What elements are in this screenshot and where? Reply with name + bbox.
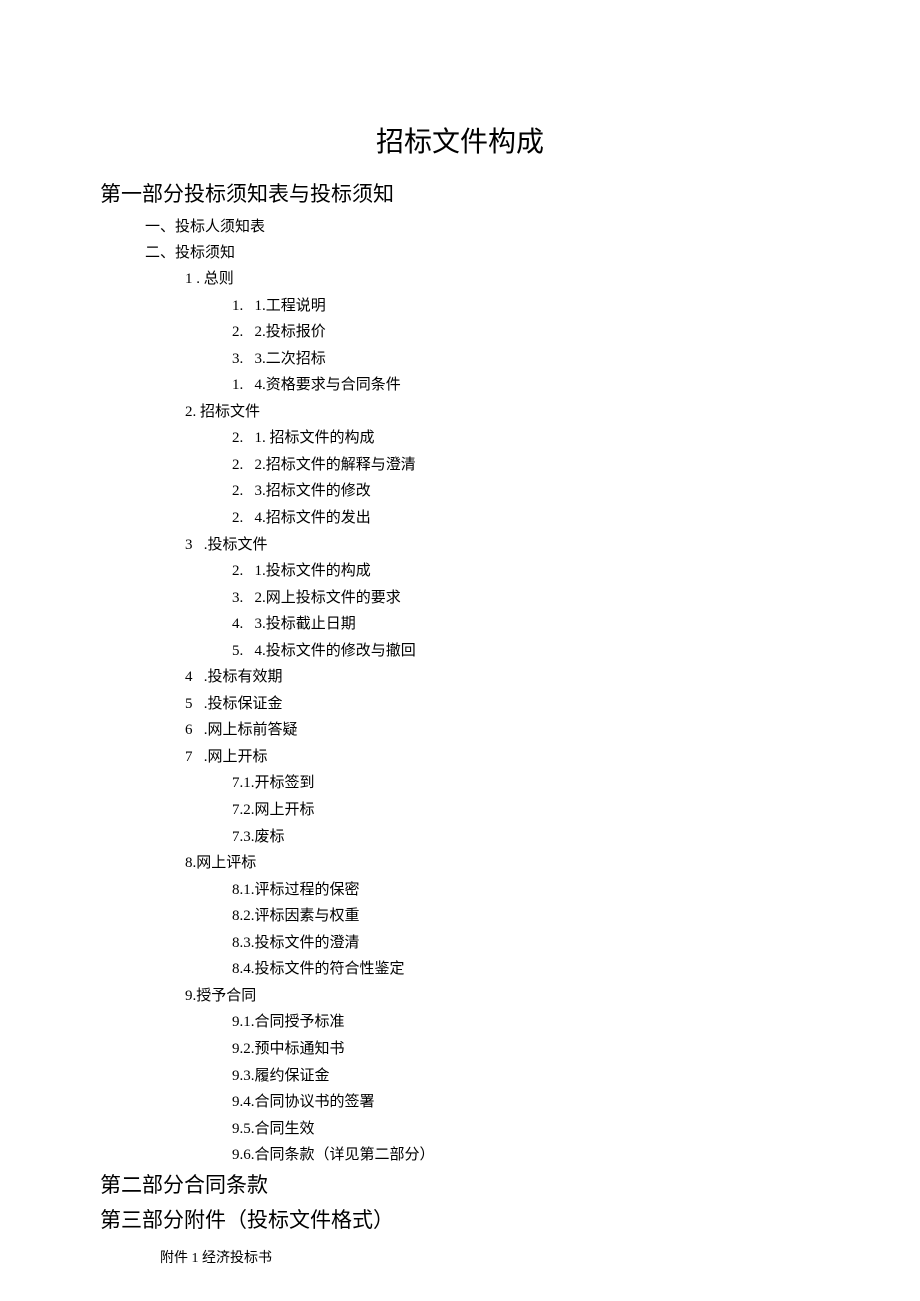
toc-level-2: 6 .网上标前答疑 [185, 717, 920, 744]
toc-level-3: 2. 2.招标文件的解释与澄清 [232, 452, 920, 479]
toc-level-3: 9.2.预中标通知书 [232, 1036, 920, 1063]
toc-level-3: 7.1.开标签到 [232, 770, 920, 797]
toc-level-3: 4. 3.投标截止日期 [232, 611, 920, 638]
toc-level-3: 3. 3.二次招标 [232, 346, 920, 373]
toc-level-3: 9.3.履约保证金 [232, 1063, 920, 1090]
attachment-item: 附件 1 经济投标书 [160, 1246, 920, 1272]
toc-level-2: 8.网上评标 [185, 850, 920, 877]
toc-level-3: 2. 4.招标文件的发出 [232, 505, 920, 532]
part-heading: 第一部分投标须知表与投标须知 [100, 178, 920, 212]
toc-level-3: 1. 4.资格要求与合同条件 [232, 372, 920, 399]
toc-level-3: 8.4.投标文件的符合性鉴定 [232, 956, 920, 983]
toc-level-2: 5 .投标保证金 [185, 691, 920, 718]
part-heading: 第三部分附件（投标文件格式） [100, 1204, 920, 1238]
toc-level-2: 7 .网上开标 [185, 744, 920, 771]
toc-level-2: 3 .投标文件 [185, 532, 920, 559]
toc-level-3: 2. 3.招标文件的修改 [232, 478, 920, 505]
toc-level-3: 9.4.合同协议书的签署 [232, 1089, 920, 1116]
toc-level-3: 2. 2.投标报价 [232, 319, 920, 346]
toc-level-3: 3. 2.网上投标文件的要求 [232, 585, 920, 612]
toc-level-3: 8.2.评标因素与权重 [232, 903, 920, 930]
toc-level-2: 2. 招标文件 [185, 399, 920, 426]
toc-level-3: 2. 1. 招标文件的构成 [232, 425, 920, 452]
document-content: 第一部分投标须知表与投标须知一、投标人须知表二、投标须知1 . 总则1. 1.工… [0, 178, 920, 1272]
toc-level-2: 1 . 总则 [185, 266, 920, 293]
toc-level-3: 2. 1.投标文件的构成 [232, 558, 920, 585]
toc-level-3: 7.2.网上开标 [232, 797, 920, 824]
toc-level-3: 5. 4.投标文件的修改与撤回 [232, 638, 920, 665]
toc-level-2: 4 .投标有效期 [185, 664, 920, 691]
toc-level-3: 8.3.投标文件的澄清 [232, 930, 920, 957]
toc-level-3: 9.6.合同条款（详见第二部分） [232, 1142, 920, 1169]
toc-level-3: 9.1.合同授予标准 [232, 1009, 920, 1036]
document-title: 招标文件构成 [0, 120, 920, 160]
part-heading: 第二部分合同条款 [100, 1169, 920, 1203]
toc-level-1: 二、投标须知 [145, 240, 920, 266]
toc-level-3: 9.5.合同生效 [232, 1116, 920, 1143]
toc-level-2: 9.授予合同 [185, 983, 920, 1010]
toc-level-3: 8.1.评标过程的保密 [232, 877, 920, 904]
toc-level-3: 1. 1.工程说明 [232, 293, 920, 320]
toc-level-1: 一、投标人须知表 [145, 214, 920, 240]
toc-level-3: 7.3.废标 [232, 824, 920, 851]
